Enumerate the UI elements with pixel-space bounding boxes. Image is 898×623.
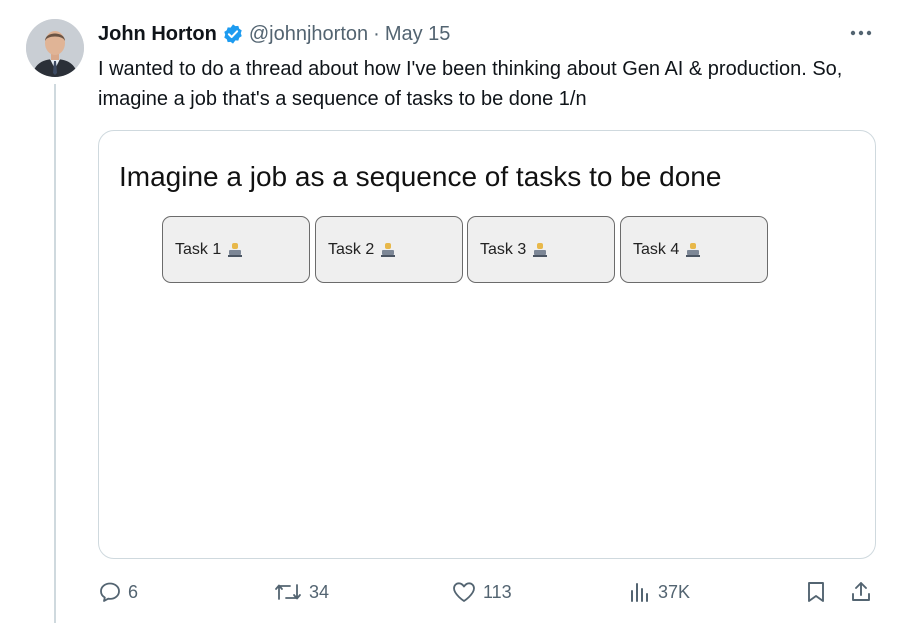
- like-button[interactable]: 113: [451, 580, 512, 604]
- task-label: Task 2: [328, 240, 375, 258]
- like-icon: [453, 582, 475, 602]
- technologist-emoji-icon: [381, 242, 396, 257]
- views-count: 37K: [658, 581, 691, 602]
- separator-dot: ·: [373, 22, 380, 45]
- tweet[interactable]: John Horton @johnjhorton · May 15 I want…: [0, 0, 898, 623]
- task-label: Task 4: [633, 240, 680, 258]
- reply-count: 6: [128, 581, 139, 602]
- task-box-1: Task 1: [162, 216, 310, 283]
- tweet-header: John Horton @johnjhorton · May 15: [98, 21, 450, 47]
- tweet-date[interactable]: May 15: [385, 23, 451, 46]
- retweet-count: 34: [309, 581, 330, 602]
- thread-line: [54, 84, 56, 623]
- task-box-3: Task 3: [467, 216, 615, 283]
- share-icon: [852, 582, 870, 601]
- share-button[interactable]: [849, 580, 873, 604]
- more-options-button[interactable]: [847, 22, 875, 44]
- media-image[interactable]: Imagine a job as a sequence of tasks to …: [98, 130, 876, 559]
- retweet-button[interactable]: 34: [273, 580, 329, 604]
- action-bar: 6 34 113 37K: [0, 578, 898, 608]
- technologist-emoji-icon: [533, 242, 548, 257]
- views-button[interactable]: 37K: [628, 580, 690, 604]
- author-name[interactable]: John Horton: [98, 23, 217, 46]
- author-handle[interactable]: @johnjhorton: [249, 23, 368, 46]
- avatar[interactable]: [26, 19, 84, 77]
- reply-icon: [100, 582, 120, 602]
- tweet-text: I wanted to do a thread about how I've b…: [98, 58, 843, 110]
- bookmark-icon: [808, 582, 824, 602]
- views-icon: [631, 583, 648, 602]
- avatar-photo: [26, 19, 84, 77]
- technologist-emoji-icon: [686, 242, 701, 257]
- like-count: 113: [483, 581, 512, 602]
- bookmark-button[interactable]: [804, 580, 828, 604]
- more-icon: [850, 30, 872, 36]
- reply-button[interactable]: 6: [98, 580, 138, 604]
- retweet-icon: [275, 584, 301, 600]
- task-label: Task 3: [480, 240, 527, 258]
- slide-title: Imagine a job as a sequence of tasks to …: [119, 161, 722, 192]
- task-label: Task 1: [175, 240, 222, 258]
- task-box-2: Task 2: [315, 216, 463, 283]
- task-box-4: Task 4: [620, 216, 768, 283]
- verified-badge-icon[interactable]: [222, 23, 244, 45]
- technologist-emoji-icon: [228, 242, 243, 257]
